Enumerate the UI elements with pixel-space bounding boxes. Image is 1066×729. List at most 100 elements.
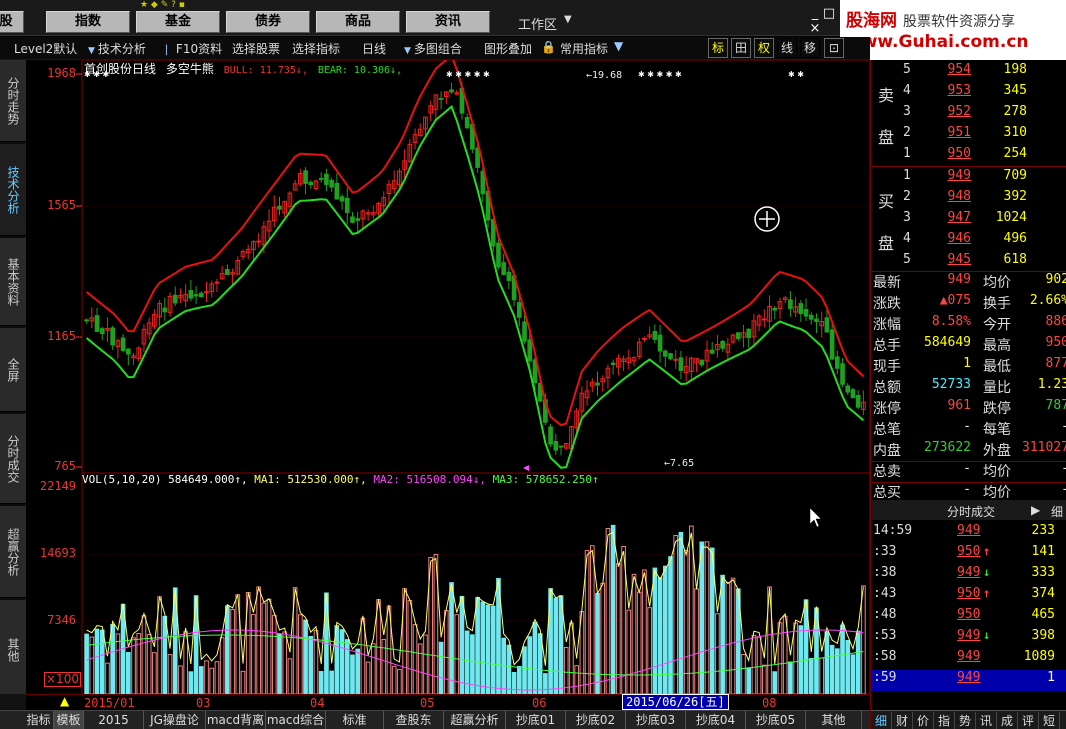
pick-indicator-button[interactable]: 选择指标 (292, 40, 340, 57)
level-label: 4 (903, 83, 911, 98)
tab-time-share[interactable]: 分时走势 (0, 60, 26, 142)
rtab-trend[interactable]: 势 (955, 712, 976, 729)
rtab-index[interactable]: 指 (934, 712, 955, 729)
tick-row[interactable]: 14:59 949 233 (871, 523, 1066, 544)
overlay-button[interactable]: 图形叠加 (484, 40, 532, 57)
play-arrow-icon[interactable]: ▶ (1031, 503, 1040, 517)
tab-indicator[interactable]: 指标 (24, 711, 54, 729)
chart-area[interactable]: 1968 1565 1165 765 22149 14693 7346 ×100… (26, 60, 870, 694)
buy-price[interactable]: 946 (921, 231, 971, 246)
multi-chart-dropdown[interactable]: ▼ 多图组合 (404, 40, 462, 57)
chevron-down-icon[interactable]: ▼ (564, 14, 572, 25)
buy-row[interactable]: 2 948 392 (871, 189, 1066, 210)
rtab-news[interactable]: 讯 (976, 712, 997, 729)
chart-canvas[interactable] (26, 60, 870, 694)
sell-row[interactable]: 3 952 278 (871, 104, 1066, 125)
sell-price[interactable]: 954 (921, 62, 971, 77)
pick-stock-button[interactable]: 选择股票 (232, 40, 280, 57)
draw-line-button[interactable]: 线 (777, 38, 797, 58)
buy-price[interactable]: 945 (921, 252, 971, 267)
close-button[interactable]: × (808, 21, 822, 36)
tab-macd-combo[interactable]: macd综合 (266, 711, 326, 729)
buy-row[interactable]: 3 947 1024 (871, 210, 1066, 231)
buy-price[interactable]: 947 (921, 210, 971, 225)
buy-row[interactable]: 5 945 618 (871, 252, 1066, 273)
menu-bond[interactable]: 债券 (226, 11, 310, 33)
buy-price[interactable]: 949 (921, 168, 971, 183)
maximize-button[interactable]: □ (822, 6, 836, 21)
rtab-price[interactable]: 价 (913, 712, 934, 729)
mark-toggle[interactable]: 标 (708, 38, 728, 58)
menu-index[interactable]: 指数 (46, 11, 130, 33)
candle-body (673, 358, 679, 361)
tab-other[interactable]: 其他 (0, 600, 26, 700)
tab-tech-analysis[interactable]: 技术分析 (0, 144, 26, 236)
workspace-dropdown[interactable]: 工作区 (518, 14, 557, 33)
sell-row[interactable]: 1 950 254 (871, 146, 1066, 167)
menu-news[interactable]: 资讯 (406, 11, 490, 33)
common-indicator-button[interactable]: 常用指标 (560, 40, 608, 57)
sell-price[interactable]: 952 (921, 104, 971, 119)
tab-fullscreen[interactable]: 全屏 (0, 328, 26, 412)
rtab-short[interactable]: 短 (1039, 712, 1060, 729)
period-dropdown[interactable]: 日线 (362, 40, 386, 57)
tab-basic-info[interactable]: 基本资料 (0, 238, 26, 326)
tab-bottom01[interactable]: 抄底01 (506, 711, 566, 729)
volume-bar (391, 665, 397, 694)
quick-icons[interactable]: ★ ◆ ✎ ? ▪ (140, 0, 185, 10)
tab-macd-div[interactable]: macd背离 (206, 711, 266, 729)
tab-bottom04[interactable]: 抄底04 (686, 711, 746, 729)
sell-price[interactable]: 951 (921, 125, 971, 140)
rtab-trades[interactable]: 成 (997, 712, 1018, 729)
tab-super[interactable]: 超赢分析 (444, 711, 506, 729)
tab-template[interactable]: 模板 (54, 711, 84, 729)
tab-bottom05[interactable]: 抄底05 (746, 711, 806, 729)
tab-jg[interactable]: JG操盘论 (144, 711, 206, 729)
stat-value: - (1019, 482, 1066, 497)
volume-bar (162, 615, 168, 694)
tick-row[interactable]: :48 950 465 (871, 607, 1066, 628)
f10-button[interactable]: ▏ F10资料 (166, 40, 222, 57)
tab-other[interactable]: 其他 (806, 711, 862, 729)
chevron-down-icon[interactable]: ▼ (614, 39, 623, 53)
detail-button[interactable]: 细 (1051, 503, 1063, 520)
tab-bottom03[interactable]: 抄底03 (626, 711, 686, 729)
lock-icon[interactable]: 🔒 (541, 40, 556, 54)
tick-row[interactable]: :43 950 ↑ 374 (871, 586, 1066, 607)
tick-row[interactable]: :53 949 ↓ 398 (871, 628, 1066, 649)
sell-price[interactable]: 950 (921, 146, 971, 161)
tick-row[interactable]: :58 949 1089 (871, 649, 1066, 670)
tab-standard[interactable]: 标准 (326, 711, 384, 729)
tab-bottom02[interactable]: 抄底02 (566, 711, 626, 729)
tick-row[interactable]: :59 949 1 (871, 670, 1066, 691)
tick-header[interactable]: 分时成交 ▶ 细 (871, 500, 1066, 520)
sell-row[interactable]: 5 954 198 (871, 62, 1066, 83)
tick-row[interactable]: :38 949 ↓ 333 (871, 565, 1066, 586)
volume-bar (829, 644, 835, 694)
buy-row[interactable]: 1 949 709 (871, 168, 1066, 189)
candle-body (746, 328, 752, 339)
buy-row[interactable]: 4 946 496 (871, 231, 1066, 252)
menu-commodity[interactable]: 商品 (316, 11, 400, 33)
tech-analysis-dropdown[interactable]: ▼ 技术分析 (88, 40, 146, 57)
rtab-finance[interactable]: 财 (892, 712, 913, 729)
move-button[interactable]: 移 (800, 38, 820, 58)
level2-dropdown[interactable]: Level2默认 (14, 40, 77, 57)
buy-price[interactable]: 948 (921, 189, 971, 204)
rtab-review[interactable]: 评 (1018, 712, 1039, 729)
tab-tick-trades[interactable]: 分时成交 (0, 414, 26, 504)
sell-row[interactable]: 4 953 345 (871, 83, 1066, 104)
rights-toggle[interactable]: 权 (754, 38, 774, 58)
rtab-detail[interactable]: 细 (871, 712, 892, 729)
minimize-button[interactable]: _ (808, 6, 822, 21)
tick-row[interactable]: :33 950 ↑ 141 (871, 544, 1066, 565)
layout-button[interactable]: ⊡ (824, 38, 844, 58)
menu-stock[interactable]: 股 (0, 11, 24, 33)
tab-shareholder[interactable]: 查股东 (384, 711, 444, 729)
sell-price[interactable]: 953 (921, 83, 971, 98)
crosshair-toggle[interactable]: 田 (731, 38, 751, 58)
tab-2015[interactable]: 2015 (84, 711, 144, 729)
menu-fund[interactable]: 基金 (136, 11, 220, 33)
sell-row[interactable]: 2 951 310 (871, 125, 1066, 146)
tab-super-analysis[interactable]: 超赢分析 (0, 506, 26, 598)
